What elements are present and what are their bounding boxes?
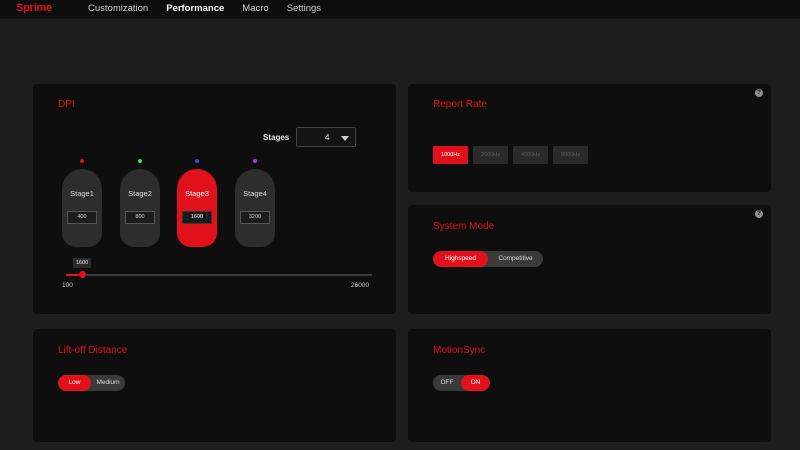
dpi-stage-4[interactable]: Stage4 3200	[235, 159, 275, 247]
dpi-slider-tooltip: 1600	[73, 258, 92, 268]
stage-color-dot	[253, 159, 257, 163]
dpi-stage-3[interactable]: Stage3 1600	[177, 159, 217, 247]
report-rate-title: Report Rate	[433, 99, 487, 110]
lift-off-toggle: Low Medium	[58, 375, 125, 391]
stages-label: Stages	[263, 133, 290, 142]
top-nav-bar: Sprime Customization Performance Macro S…	[0, 0, 800, 19]
system-mode-competitive[interactable]: Competitive	[488, 251, 543, 267]
stage-dpi-value[interactable]: 800	[125, 211, 155, 224]
lift-off-title: Lift-off Distance	[58, 345, 128, 356]
stage-dpi-value[interactable]: 3200	[240, 211, 270, 224]
main-nav: Customization Performance Macro Settings	[88, 3, 321, 14]
stage-color-dot	[195, 159, 199, 163]
rate-1000hz-button[interactable]: 1000Hz	[433, 146, 468, 164]
brand-logo: Sprime	[16, 2, 53, 14]
system-mode-highspeed[interactable]: Highspeed	[433, 251, 488, 267]
stage-color-dot	[80, 159, 84, 163]
help-circle-icon[interactable]: ?	[755, 210, 763, 218]
dpi-stage-1[interactable]: Stage1 400	[62, 159, 102, 247]
dpi-title: DPI	[58, 99, 75, 110]
nav-item-customization[interactable]: Customization	[88, 3, 148, 14]
dpi-slider-track[interactable]	[66, 274, 372, 276]
stages-select[interactable]: 4	[296, 127, 356, 147]
motion-sync-off[interactable]: OFF	[433, 375, 461, 391]
system-mode-toggle: Highspeed Competitive	[433, 251, 543, 267]
dpi-slider-max: 26000	[351, 282, 370, 289]
nav-item-settings[interactable]: Settings	[287, 3, 321, 14]
dpi-slider-min: 100	[62, 282, 73, 289]
system-mode-title: System Mode	[433, 221, 495, 232]
stage-dpi-value[interactable]: 400	[67, 211, 97, 224]
dpi-card: DPI Stages 4 Stage1 400 Stage2 800 Stage…	[33, 84, 396, 314]
report-rate-card: Report Rate ? 1000Hz 2000Hz 4000Hz 8000H…	[408, 84, 771, 192]
help-circle-icon[interactable]: ?	[755, 89, 763, 97]
stage-name: Stage4	[243, 189, 267, 198]
lift-off-card: Lift-off Distance Low Medium	[33, 329, 396, 442]
stage-name: Stage2	[128, 189, 152, 198]
stage-name: Stage1	[70, 189, 94, 198]
nav-item-performance[interactable]: Performance	[166, 3, 224, 14]
motion-sync-on[interactable]: ON	[461, 375, 490, 391]
motion-sync-card: MotionSync OFF ON	[408, 329, 771, 442]
stage-color-dot	[138, 159, 142, 163]
chevron-down-icon	[341, 136, 349, 141]
stage-dpi-value[interactable]: 1600	[182, 211, 212, 224]
motion-sync-toggle: OFF ON	[433, 375, 490, 391]
stages-select-value: 4	[325, 133, 330, 142]
dpi-slider-handle[interactable]	[79, 271, 86, 278]
stage-name: Stage3	[185, 189, 209, 198]
nav-item-macro[interactable]: Macro	[242, 3, 268, 14]
lift-off-medium[interactable]: Medium	[91, 375, 125, 391]
dpi-stage-2[interactable]: Stage2 800	[120, 159, 160, 247]
motion-sync-title: MotionSync	[433, 345, 486, 356]
rate-8000hz-button[interactable]: 8000Hz	[553, 146, 588, 164]
rate-2000hz-button[interactable]: 2000Hz	[473, 146, 508, 164]
rate-4000hz-button[interactable]: 4000Hz	[513, 146, 548, 164]
system-mode-card: System Mode ? Highspeed Competitive	[408, 205, 771, 314]
lift-off-low[interactable]: Low	[58, 375, 91, 391]
